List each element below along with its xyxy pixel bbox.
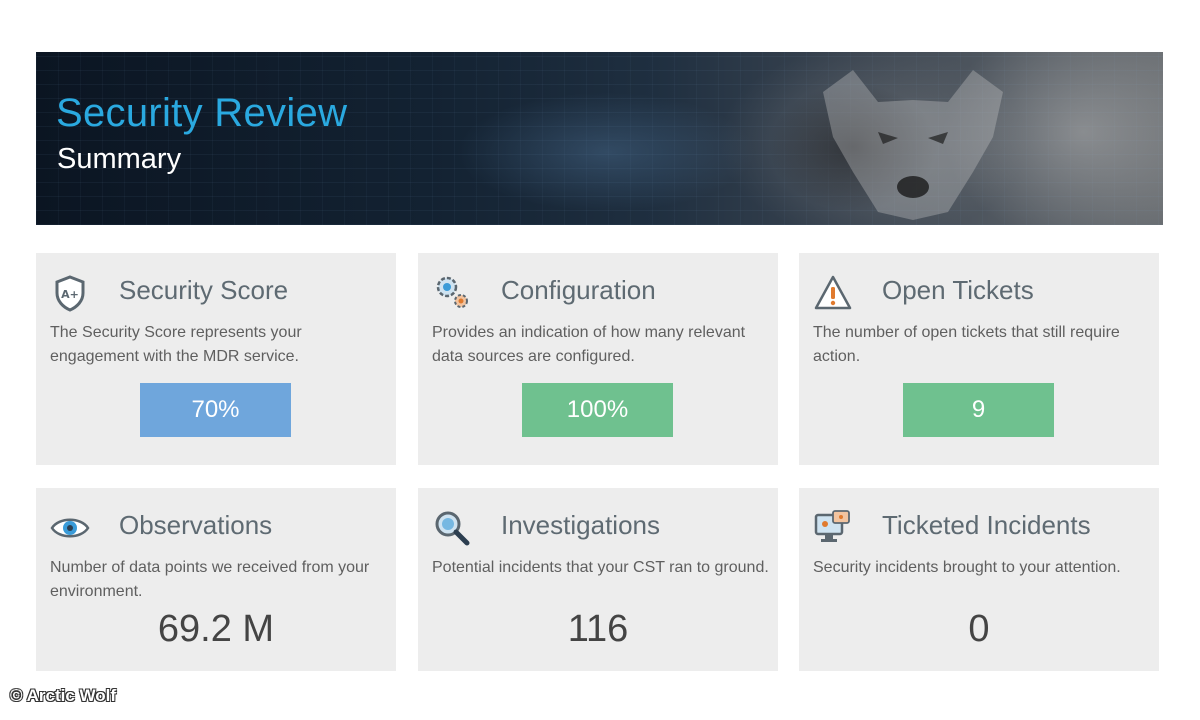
shield-icon: A+ xyxy=(50,273,90,313)
open-tickets-card: Open Tickets The number of open tickets … xyxy=(799,253,1159,465)
card-description: Number of data points we received from y… xyxy=(50,559,370,600)
security-score-card: A+ Security Score The Security Score rep… xyxy=(36,253,396,465)
configuration-value: 100% xyxy=(522,383,673,437)
configuration-card: Configuration Provides an indication of … xyxy=(418,253,778,465)
observations-value: 69.2 M xyxy=(157,608,275,650)
card-description: The Security Score represents your engag… xyxy=(50,324,302,365)
ticketed-incidents-card: Ticketed Incidents Security incidents br… xyxy=(799,488,1159,671)
warning-icon xyxy=(813,273,853,313)
header-banner xyxy=(36,52,1163,225)
ticketed-incidents-value: 0 xyxy=(968,608,990,650)
wolf-silhouette-image xyxy=(823,70,1003,220)
copyright-watermark: © Arctic Wolf xyxy=(10,686,117,705)
card-title: Observations xyxy=(119,510,273,540)
card-title: Investigations xyxy=(501,510,660,540)
card-description: Potential incidents that your CST ran to… xyxy=(432,559,769,576)
card-description: Security incidents brought to your atten… xyxy=(813,559,1121,576)
card-title: Security Score xyxy=(119,275,289,305)
page-subtitle: Summary xyxy=(57,143,182,175)
monitor-alert-icon xyxy=(813,508,853,548)
gear-icon xyxy=(432,273,472,313)
magnifier-icon xyxy=(432,508,472,548)
investigations-value: 116 xyxy=(567,608,629,650)
security-score-value: 70% xyxy=(140,383,291,437)
observations-card: Observations Number of data points we re… xyxy=(36,488,396,671)
card-title: Ticketed Incidents xyxy=(882,510,1091,540)
svg-text:A+: A+ xyxy=(61,288,79,301)
card-title: Open Tickets xyxy=(882,275,1034,305)
eye-icon xyxy=(50,508,90,548)
card-description: Provides an indication of how many relev… xyxy=(432,324,746,365)
open-tickets-value: 9 xyxy=(903,383,1054,437)
card-description: The number of open tickets that still re… xyxy=(813,324,1120,365)
page-title: Security Review xyxy=(56,91,348,135)
investigations-card: Investigations Potential incidents that … xyxy=(418,488,778,671)
card-title: Configuration xyxy=(501,275,656,305)
